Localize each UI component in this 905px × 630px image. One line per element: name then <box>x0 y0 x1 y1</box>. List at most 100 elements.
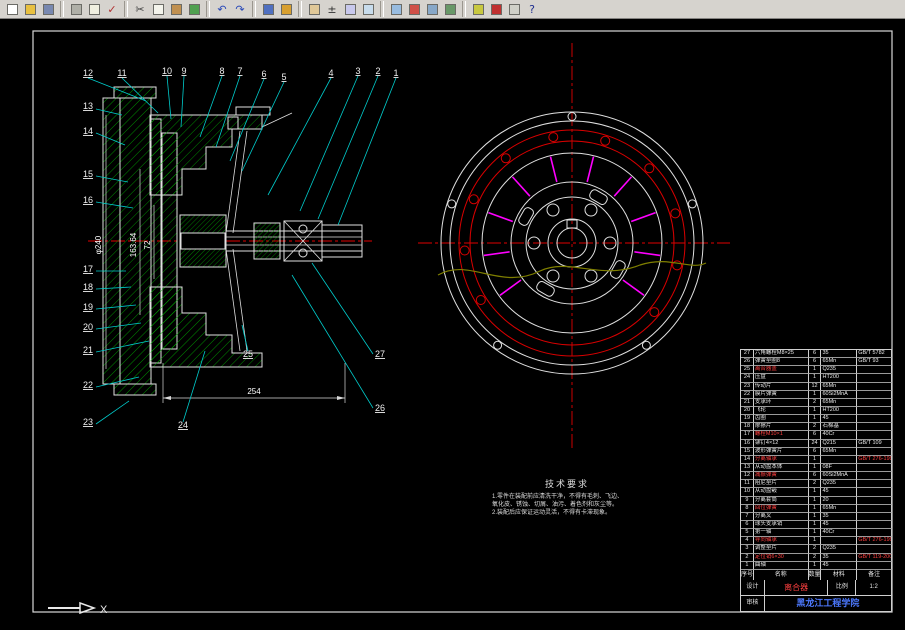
table-cell-qty: 6 <box>808 350 822 359</box>
object-snap-icon[interactable] <box>278 1 294 17</box>
table-row: 3 调整垫片 2 Q235 <box>741 545 892 554</box>
callout-11: 11 <box>117 68 126 78</box>
table-row: 9 分离套筒 1 20 <box>741 496 892 505</box>
table-cell-qty: 24 <box>808 439 822 448</box>
linetype-icon[interactable] <box>506 1 522 17</box>
callout-23: 23 <box>83 417 93 427</box>
drawing-canvas[interactable]: 254 φ240 163.64 72 1 2 3 4 5 6 7 8 9 10 … <box>0 19 905 630</box>
insert-hyperlink-icon[interactable] <box>260 1 276 17</box>
table-cell-no: 20 <box>741 406 754 416</box>
table-cell-qty: 1 <box>808 561 822 570</box>
new-file-icon[interactable] <box>4 1 20 17</box>
toolbar-separator <box>380 1 384 17</box>
toolbar-separator <box>60 1 64 17</box>
zoom-realtime-icon[interactable]: ± <box>324 1 340 17</box>
callout-22: 22 <box>83 380 93 390</box>
table-cell-note: GB/T 5782 <box>857 350 892 359</box>
callout-18: 18 <box>83 282 93 292</box>
cut-icon[interactable]: ✂ <box>132 1 148 17</box>
table-cell-qty: 1 <box>808 390 822 399</box>
pan-icon[interactable] <box>306 1 322 17</box>
table-cell-note: GB/T 93 <box>857 358 892 367</box>
drawing-title: 离合器 <box>764 580 829 596</box>
check-label: 审核 <box>741 596 765 612</box>
technical-requirements: 技术要求 1.零件在装配前应清洗干净，不得有毛刺、飞边、 氧化皮、锈蚀、切屑、油… <box>492 477 642 517</box>
table-row: 27 六角螺栓M8×25 6 35 GB/T 5782 <box>741 350 892 359</box>
table-cell-note <box>857 366 892 375</box>
table-cell-name: 飞轮 <box>753 406 809 416</box>
toolbar-separator <box>206 1 210 17</box>
table-row: 26 弹簧垫圈8 6 65Mn GB/T 93 <box>741 358 892 367</box>
table-cell-qty: 2 <box>808 480 822 489</box>
table-cell-name: 分离叉 <box>753 512 809 521</box>
table-cell-no: 26 <box>741 358 754 367</box>
table-cell-no: 6 <box>741 520 754 530</box>
table-cell-qty: 6 <box>808 472 822 481</box>
match-properties-icon[interactable] <box>186 1 202 17</box>
table-cell-name: 第一轴 <box>753 529 809 538</box>
table-row: 18 摩擦片 2 石棉基 <box>741 423 892 432</box>
table-cell-qty: 2 <box>808 545 822 554</box>
save-icon[interactable] <box>40 1 56 17</box>
table-row: 12 减振弹簧 6 60Si2MnA <box>741 472 892 481</box>
ucs-icon[interactable]: X <box>48 601 108 616</box>
table-cell-mat: 60Si2MnA <box>821 390 858 399</box>
table-cell-note: GB/T 276-1994 <box>857 455 892 464</box>
toolbar: ✓ ✂ ↶ ↷ ±? <box>0 0 905 19</box>
help-icon[interactable]: ? <box>524 1 540 17</box>
zoom-window-icon[interactable] <box>342 1 358 17</box>
table-cell-name: 压盘 <box>753 374 809 383</box>
table-row: 5 第一轴 1 40Cr <box>741 529 892 538</box>
design-center-icon[interactable] <box>442 1 458 17</box>
zoom-previous-icon[interactable] <box>360 1 376 17</box>
properties-icon[interactable] <box>424 1 440 17</box>
callout-2: 2 <box>375 66 380 76</box>
table-cell-no: 23 <box>741 382 754 391</box>
table-cell-mat: 60Si2MnA <box>821 472 858 481</box>
table-cell-qty: 12 <box>808 382 822 391</box>
table-cell-qty: 1 <box>808 537 822 546</box>
callout-26: 26 <box>375 403 385 413</box>
table-cell-mat: 45 <box>821 488 858 497</box>
table-cell-name: 摩擦片 <box>753 423 809 432</box>
table-cell-mat: Q235 <box>821 366 858 375</box>
table-row: 16 铆钉4×12 24 Q215 GB/T 109 <box>741 439 892 448</box>
layer-icon[interactable] <box>470 1 486 17</box>
distance-icon[interactable] <box>388 1 404 17</box>
table-cell-qty: 1 <box>808 406 822 416</box>
redraw-icon[interactable] <box>406 1 422 17</box>
table-cell-name: 分离套筒 <box>753 496 809 505</box>
table-row: 20 飞轮 1 HT200 <box>741 406 892 416</box>
table-cell-name: 支承环 <box>753 398 809 407</box>
table-cell-note <box>857 488 892 497</box>
table-cell-name: 螺栓M10×1 <box>753 431 809 440</box>
table-cell-note <box>857 529 892 538</box>
table-cell-mat: 40Cr <box>821 431 858 440</box>
table-cell-no: 11 <box>741 480 754 489</box>
table-cell-name: 阻尼垫片 <box>753 480 809 489</box>
table-cell-note: GB/T 109 <box>857 439 892 448</box>
table-cell-name: 传动片 <box>753 382 809 391</box>
table-cell-qty: 2 <box>808 423 822 432</box>
print-preview-icon[interactable] <box>86 1 102 17</box>
undo-icon[interactable]: ↶ <box>214 1 230 17</box>
callout-9: 9 <box>181 66 186 76</box>
table-cell-qty: 6 <box>808 447 822 456</box>
cad-application-window: ✓ ✂ ↶ ↷ ±? 254 φ240 163.64 72 1 2 3 4 5 … <box>0 0 905 630</box>
table-cell-mat: 65Mn <box>821 358 858 367</box>
table-cell-note <box>857 545 892 554</box>
table-cell-no: 12 <box>741 472 754 481</box>
color-control-icon[interactable] <box>488 1 504 17</box>
paste-icon[interactable] <box>168 1 184 17</box>
table-cell-no: 18 <box>741 423 754 432</box>
open-folder-icon[interactable] <box>22 1 38 17</box>
redo-icon[interactable]: ↷ <box>232 1 248 17</box>
table-cell-mat: Q235 <box>821 480 858 489</box>
print-icon[interactable] <box>68 1 84 17</box>
copy-icon[interactable] <box>150 1 166 17</box>
spelling-icon[interactable]: ✓ <box>104 1 120 17</box>
table-cell-qty: 1 <box>808 366 822 375</box>
table-cell-no: 3 <box>741 545 754 554</box>
table-cell-name: 减振弹簧 <box>753 472 809 481</box>
callout-6: 6 <box>261 69 266 79</box>
